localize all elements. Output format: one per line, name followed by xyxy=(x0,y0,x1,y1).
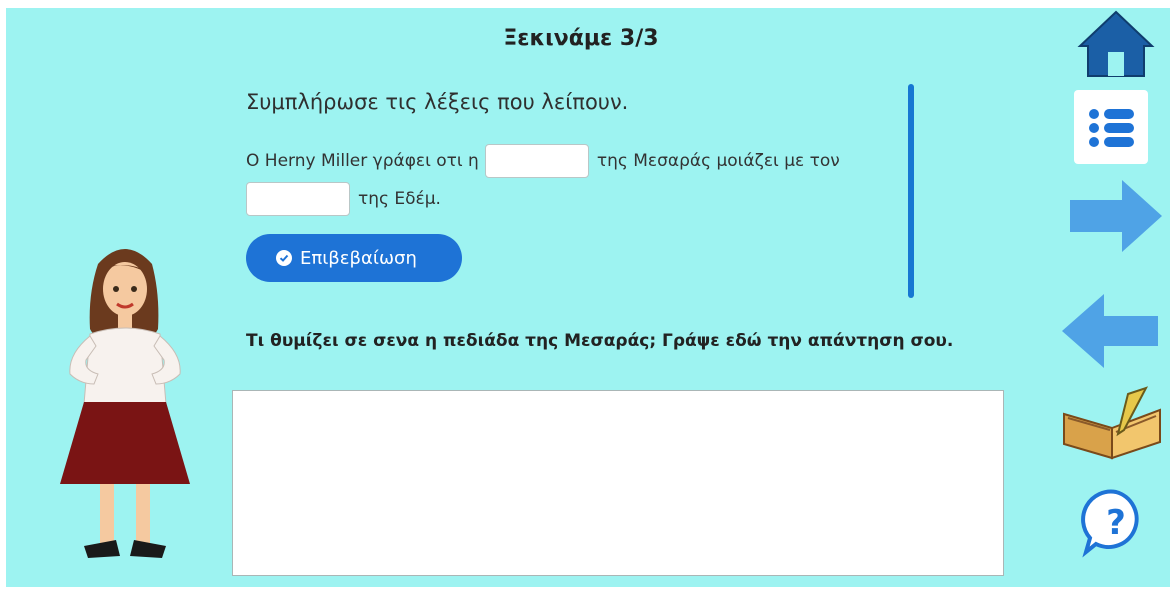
question-prompt: Τι θυμίζει σε σενα η πεδιάδα της Μεσαράς… xyxy=(246,331,954,351)
blank-input-2[interactable] xyxy=(246,182,350,216)
book-pen-icon[interactable] xyxy=(1058,384,1166,464)
sentence-text-part2: της Μεσαράς μοιάζει με τον xyxy=(596,151,840,171)
teacher-avatar xyxy=(60,249,190,558)
help-icon[interactable]: ? xyxy=(1080,486,1152,558)
sentence-line-1: O Herny Miller γράφει οτι η της Μεσαράς … xyxy=(246,144,840,178)
exercise-instruction: Συμπλήρωσε τις λέξεις που λείπουν. xyxy=(246,90,629,114)
svg-text:?: ? xyxy=(1106,503,1126,543)
sentence-text-part3: της Εδέμ. xyxy=(358,189,441,209)
answer-textarea[interactable] xyxy=(232,390,1004,576)
blank-input-1[interactable] xyxy=(484,144,589,178)
check-circle-icon xyxy=(276,250,292,266)
arrow-right-icon[interactable] xyxy=(1066,176,1164,256)
exercise-scrollbar[interactable] xyxy=(908,84,914,298)
menu-list-icon[interactable] xyxy=(1074,90,1148,164)
home-icon[interactable] xyxy=(1076,8,1156,80)
sentence-text-part1: O Herny Miller γράφει οτι η xyxy=(246,151,479,171)
confirm-button[interactable]: Επιβεβαίωση xyxy=(246,234,462,282)
page-stage: Ξεκινάμε 3/3 Συμπλήρωσε τις λέξεις που λ… xyxy=(6,8,1170,587)
arrow-left-icon[interactable] xyxy=(1058,290,1162,372)
sentence-line-2: της Εδέμ. xyxy=(246,182,441,216)
page-title: Ξεκινάμε 3/3 xyxy=(503,26,659,51)
confirm-button-label: Επιβεβαίωση xyxy=(300,247,417,269)
